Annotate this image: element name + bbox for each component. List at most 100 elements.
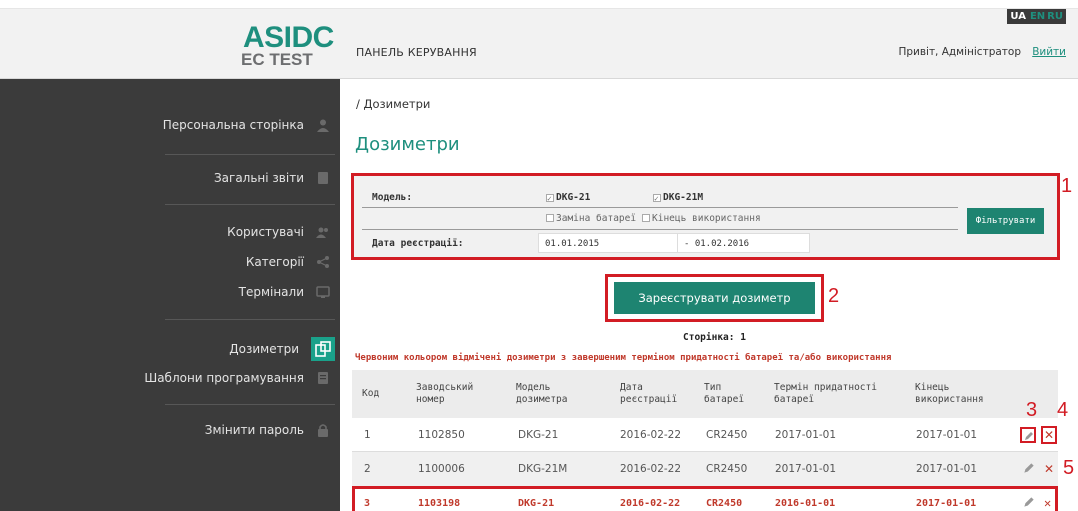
logo-text: ASIDC <box>243 21 334 54</box>
cell-code: 3 <box>364 497 371 509</box>
sidebar-item-label: Дозиметри <box>229 342 299 356</box>
col-reg-date[interactable]: Дата реєстрації <box>620 370 680 418</box>
page-indicator: Сторінка: 1 <box>683 332 746 343</box>
model-dkg21m-checkbox[interactable]: DKG-21M <box>653 192 703 203</box>
sidebar-item-dosimeters[interactable]: Дозиметри <box>229 337 335 361</box>
share-icon <box>316 255 330 269</box>
register-dosimeter-button[interactable]: Зареєструвати дозиметр <box>614 282 815 314</box>
sidebar-divider <box>165 204 335 205</box>
cell-code: 1 <box>364 428 371 441</box>
register-highlight: Зареєструвати дозиметр <box>605 274 824 322</box>
language-switcher: UA EN RU <box>1007 9 1066 24</box>
user-icon <box>316 118 330 132</box>
sidebar-item-users[interactable]: Користувачі <box>227 222 330 242</box>
panel-title: ПАНЕЛЬ КЕРУВАННЯ <box>356 46 477 59</box>
col-battery-expiry[interactable]: Термін придатності батареї <box>774 370 904 418</box>
edit-button[interactable] <box>1020 418 1036 451</box>
checkbox-label: Кінець використання <box>652 213 761 224</box>
filter-divider <box>362 229 958 230</box>
date-separator: - <box>684 239 690 249</box>
col-battery-type[interactable]: Тип батареї <box>704 370 754 418</box>
filter-panel: Модель: DKG-21 DKG-21M Заміна батареї Кі… <box>351 173 1060 260</box>
greeting: Привіт, Адміністратор <box>898 46 1021 58</box>
sidebar-item-personal[interactable]: Персональна сторінка <box>163 115 330 135</box>
lock-icon <box>316 423 330 437</box>
checkbox-label: Заміна батареї <box>556 213 637 224</box>
sidebar-item-categories[interactable]: Категорії <box>246 252 330 272</box>
sidebar-item-reports[interactable]: Загальні звіти <box>214 168 330 188</box>
table-row-expired[interactable]: 3 1103198 DKG-21 2016-02-22 CR2450 2016-… <box>352 486 1058 511</box>
delete-button[interactable]: ✕ <box>1044 489 1051 511</box>
annotation-1: 1 <box>1061 175 1073 197</box>
pencil-icon <box>1022 461 1038 477</box>
annotation-5: 5 <box>1063 457 1075 479</box>
close-icon: ✕ <box>1044 496 1052 510</box>
page-title: Дозиметри <box>355 134 460 155</box>
sidebar-item-templates[interactable]: Шаблони програмування <box>144 368 330 388</box>
lang-ua[interactable]: UA <box>1007 9 1029 24</box>
cell-battery-expiry: 2017-01-01 <box>775 463 837 475</box>
table-header: Код Заводський номер Модель дозиметра Да… <box>352 370 1058 418</box>
lang-ru[interactable]: RU <box>1046 9 1066 24</box>
warning-note: Червоним кольором відмічені дозиметри з … <box>355 353 892 363</box>
cell-battery-type: CR2450 <box>706 497 743 509</box>
breadcrumb: / Дозиметри <box>356 97 431 111</box>
cell-end-of-use: 2017-01-01 <box>916 497 977 509</box>
cell-reg-date: 2016-02-22 <box>620 497 681 509</box>
cell-model: DKG-21 <box>518 428 559 441</box>
header: ASIDC EC TEST ПАНЕЛЬ КЕРУВАННЯ UA EN RU Пр… <box>0 8 1078 79</box>
delete-button[interactable]: ✕ <box>1044 452 1054 486</box>
checkbox-label: DKG-21M <box>663 192 704 203</box>
model-dkg21-checkbox[interactable]: DKG-21 <box>546 192 590 203</box>
table-row[interactable]: 2 1100006 DKG-21M 2016-02-22 CR2450 2017… <box>352 452 1058 486</box>
cell-battery-expiry: 2016-01-01 <box>775 497 836 509</box>
close-icon: ✕ <box>1044 462 1055 476</box>
annotation-4: 4 <box>1057 399 1069 421</box>
pencil-icon <box>1020 426 1036 443</box>
pencil-icon <box>1022 495 1038 511</box>
col-code[interactable]: Код <box>362 370 379 418</box>
col-serial[interactable]: Заводський номер <box>416 370 496 418</box>
edit-button[interactable] <box>1022 452 1038 486</box>
cell-code: 2 <box>364 463 371 475</box>
annotation-3: 3 <box>1026 399 1038 421</box>
logo[interactable]: ASIDC EC TEST <box>237 21 334 70</box>
cell-reg-date: 2016-02-22 <box>620 428 682 441</box>
checkbox-icon <box>642 214 650 222</box>
sidebar-item-label: Загальні звіти <box>213 171 304 185</box>
date-from-input[interactable]: 01.01.2015 <box>538 233 678 253</box>
template-icon <box>316 371 330 385</box>
logout-link[interactable]: Вийти <box>1032 46 1066 58</box>
sidebar-divider <box>165 404 335 405</box>
cell-serial: 1103198 <box>418 497 461 509</box>
col-end-of-use[interactable]: Кінець використання <box>915 370 1005 418</box>
filter-divider <box>362 207 958 208</box>
col-model[interactable]: Модель дозиметра <box>516 370 586 418</box>
delete-button[interactable]: ✕ <box>1041 418 1058 451</box>
lang-en[interactable]: EN <box>1028 9 1047 24</box>
checkbox-icon <box>546 214 554 222</box>
date-to-value: 01.02.2016 <box>694 239 750 249</box>
sidebar-item-change-password[interactable]: Змінити пароль <box>205 420 330 440</box>
sidebar-divider <box>165 154 335 155</box>
cell-model: DKG-21M <box>518 463 568 475</box>
filter-button[interactable]: Фільтрувати <box>967 208 1044 234</box>
sidebar-item-label: Змінити пароль <box>204 423 304 437</box>
battery-replace-checkbox[interactable]: Заміна батареї <box>546 213 636 224</box>
sidebar-item-label: Шаблони програмування <box>144 371 304 385</box>
sidebar-item-label: Користувачі <box>227 225 304 239</box>
sidebar-item-terminals[interactable]: Термінали <box>239 282 330 302</box>
checkbox-icon <box>546 194 554 202</box>
close-icon: ✕ <box>1041 425 1058 444</box>
users-icon <box>316 225 330 239</box>
end-of-use-checkbox[interactable]: Кінець використання <box>642 213 761 224</box>
sidebar-item-label: Категорії <box>245 255 304 269</box>
cell-serial: 1102850 <box>418 428 465 441</box>
checkbox-icon <box>653 194 661 202</box>
edit-button[interactable] <box>1022 489 1038 511</box>
table-row[interactable]: 1 1102850 DKG-21 2016-02-22 CR2450 2017-… <box>352 418 1058 452</box>
dosimeter-icon <box>311 337 335 361</box>
cell-model: DKG-21 <box>518 497 555 509</box>
sidebar-divider <box>165 319 335 320</box>
date-to-input[interactable]: - 01.02.2016 <box>678 233 810 253</box>
